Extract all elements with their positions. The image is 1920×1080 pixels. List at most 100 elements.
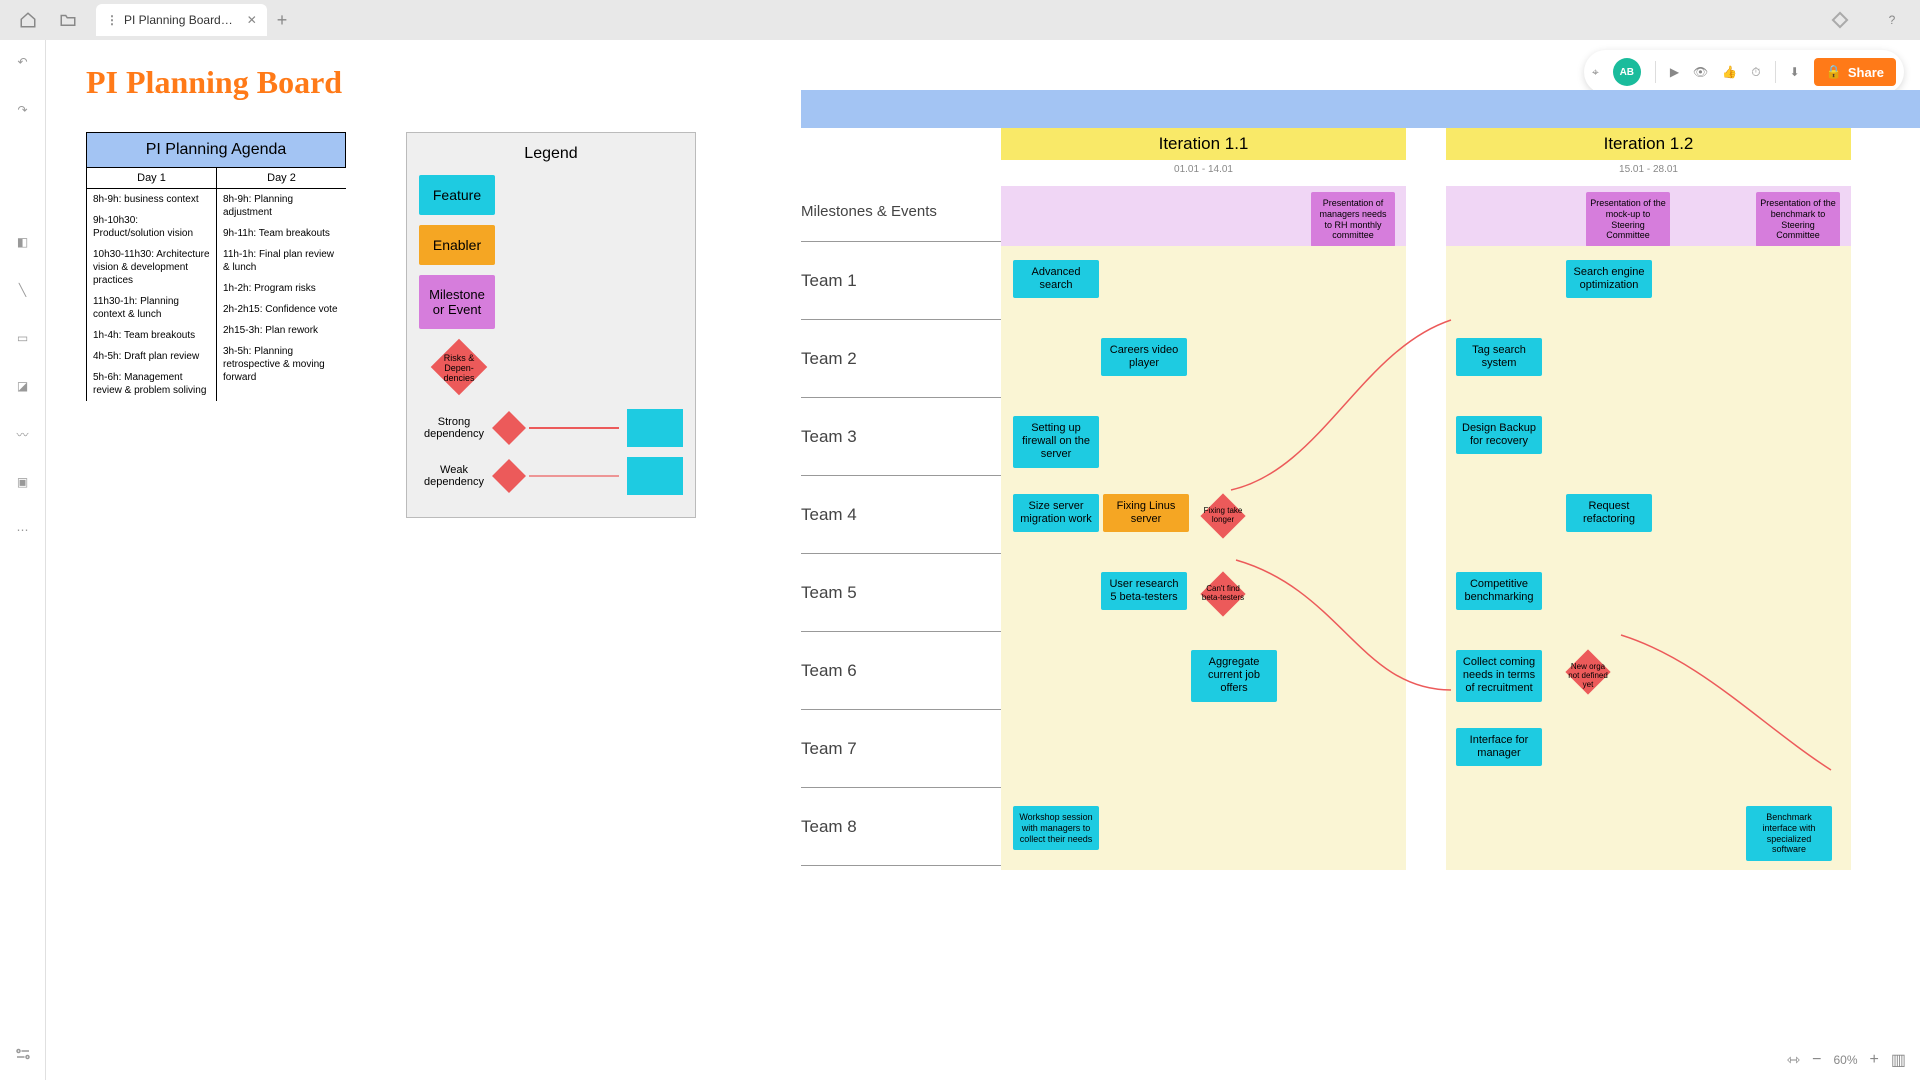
feature-card[interactable]: Collect coming needs in terms of recruit… xyxy=(1456,650,1542,702)
iteration-column: Iteration 1.215.01 - 28.01Presentation o… xyxy=(1446,128,1851,870)
zoom-level: 60% xyxy=(1834,1053,1858,1067)
feature-card[interactable]: Advanced search xyxy=(1013,260,1099,298)
zoom-out-button[interactable]: − xyxy=(1812,1051,1821,1069)
team-row: User research 5 beta-testers Can't find b… xyxy=(1001,558,1406,636)
team-row: Competitive benchmarking xyxy=(1446,558,1851,636)
pen-icon[interactable]: 〰 xyxy=(11,422,35,446)
legend-title: Legend xyxy=(419,145,683,163)
feature-card[interactable]: User research 5 beta-testers xyxy=(1101,572,1187,610)
pi-header xyxy=(801,90,1920,128)
agenda-item: 2h-2h15: Confidence vote xyxy=(217,299,346,320)
agenda-item: 5h-6h: Management review & problem soliv… xyxy=(87,367,216,401)
row-labels: Milestones & Events Team 1Team 2Team 3 Te… xyxy=(801,128,1001,870)
team-label: Team 2 xyxy=(801,320,1001,398)
milestone-card[interactable]: Presentation of managers needs to RH mon… xyxy=(1311,192,1395,247)
text-icon[interactable]: ▭ xyxy=(11,326,35,350)
feature-card[interactable]: Tag search system xyxy=(1456,338,1542,376)
feature-card[interactable]: Benchmark interface with specialized sof… xyxy=(1746,806,1832,861)
iteration-dates: 15.01 - 28.01 xyxy=(1446,160,1851,186)
close-icon[interactable]: ✕ xyxy=(247,13,257,27)
feature-card[interactable]: Search engine optimization xyxy=(1566,260,1652,298)
canvas[interactable]: PI Planning Board PI Planning Agenda Day… xyxy=(46,40,1920,1080)
redo-icon[interactable]: ↷ xyxy=(11,98,35,122)
more-icon[interactable]: ⋯ xyxy=(11,518,35,542)
team-row: Tag search system xyxy=(1446,324,1851,402)
team-label: Team 8 xyxy=(801,788,1001,866)
agenda-item: 11h-1h: Final plan review & lunch xyxy=(217,244,346,278)
team-row: Collect coming needs in terms of recruit… xyxy=(1446,636,1851,714)
agenda-item: 1h-4h: Team breakouts xyxy=(87,325,216,346)
feature-card[interactable]: Interface for manager xyxy=(1456,728,1542,766)
team-row: Setting up firewall on the server xyxy=(1001,402,1406,480)
diamond-icon[interactable] xyxy=(1826,6,1854,34)
feature-card[interactable]: Careers video player xyxy=(1101,338,1187,376)
home-icon[interactable] xyxy=(14,6,42,34)
team-row: Careers video player xyxy=(1001,324,1406,402)
zoom-in-button[interactable]: + xyxy=(1870,1051,1879,1069)
settings-icon[interactable] xyxy=(11,1042,35,1066)
top-bar: ⋮ PI Planning Board… ✕ + ? xyxy=(0,0,1920,40)
team-label: Team 1 xyxy=(801,242,1001,320)
milestone-card[interactable]: Presentation of the mock-up to Steering … xyxy=(1586,192,1670,247)
image-icon[interactable]: ▣ xyxy=(11,470,35,494)
risk-card[interactable]: New orga not defined yet xyxy=(1566,650,1610,694)
agenda-item: 4h-5h: Draft plan review xyxy=(87,346,216,367)
team-label: Team 5 xyxy=(801,554,1001,632)
team-row: Request refactoring xyxy=(1446,480,1851,558)
team-row: Aggregate current job offers xyxy=(1001,636,1406,714)
agenda-item: 8h-9h: business context xyxy=(87,189,216,210)
agenda-item: 1h-2h: Program risks xyxy=(217,278,346,299)
fit-icon[interactable]: ⇿ xyxy=(1787,1050,1800,1070)
milestone-card[interactable]: Presentation of the benchmark to Steerin… xyxy=(1756,192,1840,247)
team-row: Design Backup for recovery xyxy=(1446,402,1851,480)
team-row: Advanced search xyxy=(1001,246,1406,324)
folder-icon[interactable] xyxy=(54,6,82,34)
feature-card[interactable]: Request refactoring xyxy=(1566,494,1652,532)
feature-card[interactable]: Fixing Linus server xyxy=(1103,494,1189,532)
note-icon[interactable]: ◪ xyxy=(11,374,35,398)
legend-feature: Feature xyxy=(419,175,495,215)
undo-icon[interactable]: ↶ xyxy=(11,50,35,74)
page-title: PI Planning Board xyxy=(86,64,342,101)
tab-title: PI Planning Board… xyxy=(124,13,233,27)
agenda-day1-header: Day 1 xyxy=(87,168,216,189)
legend-risk: Risks & Depen-dencies xyxy=(431,339,487,395)
tab-menu-icon[interactable]: ⋮ xyxy=(106,13,118,27)
minimap-icon[interactable]: ▥ xyxy=(1891,1050,1906,1070)
line-icon[interactable]: ╲ xyxy=(11,278,35,302)
feature-card[interactable]: Setting up firewall on the server xyxy=(1013,416,1099,468)
legend-weak-dep: Weak dependency xyxy=(419,457,683,495)
milestone-row: Presentation of the mock-up to Steering … xyxy=(1446,186,1851,246)
help-icon[interactable]: ? xyxy=(1878,6,1906,34)
agenda-item: 2h15-3h: Plan rework xyxy=(217,320,346,341)
feature-card[interactable]: Size server migration work xyxy=(1013,494,1099,532)
tab-board[interactable]: ⋮ PI Planning Board… ✕ xyxy=(96,4,267,36)
zoom-controls: ⇿ − 60% + ▥ xyxy=(1787,1050,1906,1070)
agenda-item: 3h-5h: Planning retrospective & moving f… xyxy=(217,341,346,388)
feature-card[interactable]: Aggregate current job offers xyxy=(1191,650,1277,702)
row-milestones-label: Milestones & Events xyxy=(801,182,1001,242)
add-tab-button[interactable]: + xyxy=(277,10,288,31)
agenda-item: 9h-11h: Team breakouts xyxy=(217,223,346,244)
team-row: Size server migration workFixing Linus s… xyxy=(1001,480,1406,558)
team-label: Team 3 xyxy=(801,398,1001,476)
risk-card[interactable]: Fixing take longer xyxy=(1201,494,1245,538)
feature-card[interactable]: Competitive benchmarking xyxy=(1456,572,1542,610)
legend-milestone: Milestone or Event xyxy=(419,275,495,329)
legend-strong-dep: Strong dependency xyxy=(419,409,683,447)
legend-panel: Legend Feature Enabler Milestone or Even… xyxy=(406,132,696,518)
agenda-item: 11h30-1h: Planning context & lunch xyxy=(87,291,216,325)
agenda-panel: PI Planning Agenda Day 1 8h-9h: business… xyxy=(86,132,346,401)
feature-card[interactable]: Workshop session with managers to collec… xyxy=(1013,806,1099,850)
risk-card[interactable]: Can't find beta-testers xyxy=(1201,572,1245,616)
feature-card[interactable]: Design Backup for recovery xyxy=(1456,416,1542,454)
team-row xyxy=(1001,714,1406,792)
agenda-item: 10h30-11h30: Architecture vision & devel… xyxy=(87,244,216,291)
legend-enabler: Enabler xyxy=(419,225,495,265)
agenda-title: PI Planning Agenda xyxy=(86,132,346,168)
agenda-item: 9h-10h30: Product/solution vision xyxy=(87,210,216,244)
iteration-column: Iteration 1.101.01 - 14.01Presentation o… xyxy=(1001,128,1406,870)
iteration-header: Iteration 1.1 xyxy=(1001,128,1406,160)
agenda-item: 8h-9h: Planning adjustment xyxy=(217,189,346,223)
shapes-icon[interactable]: ◧ xyxy=(11,230,35,254)
